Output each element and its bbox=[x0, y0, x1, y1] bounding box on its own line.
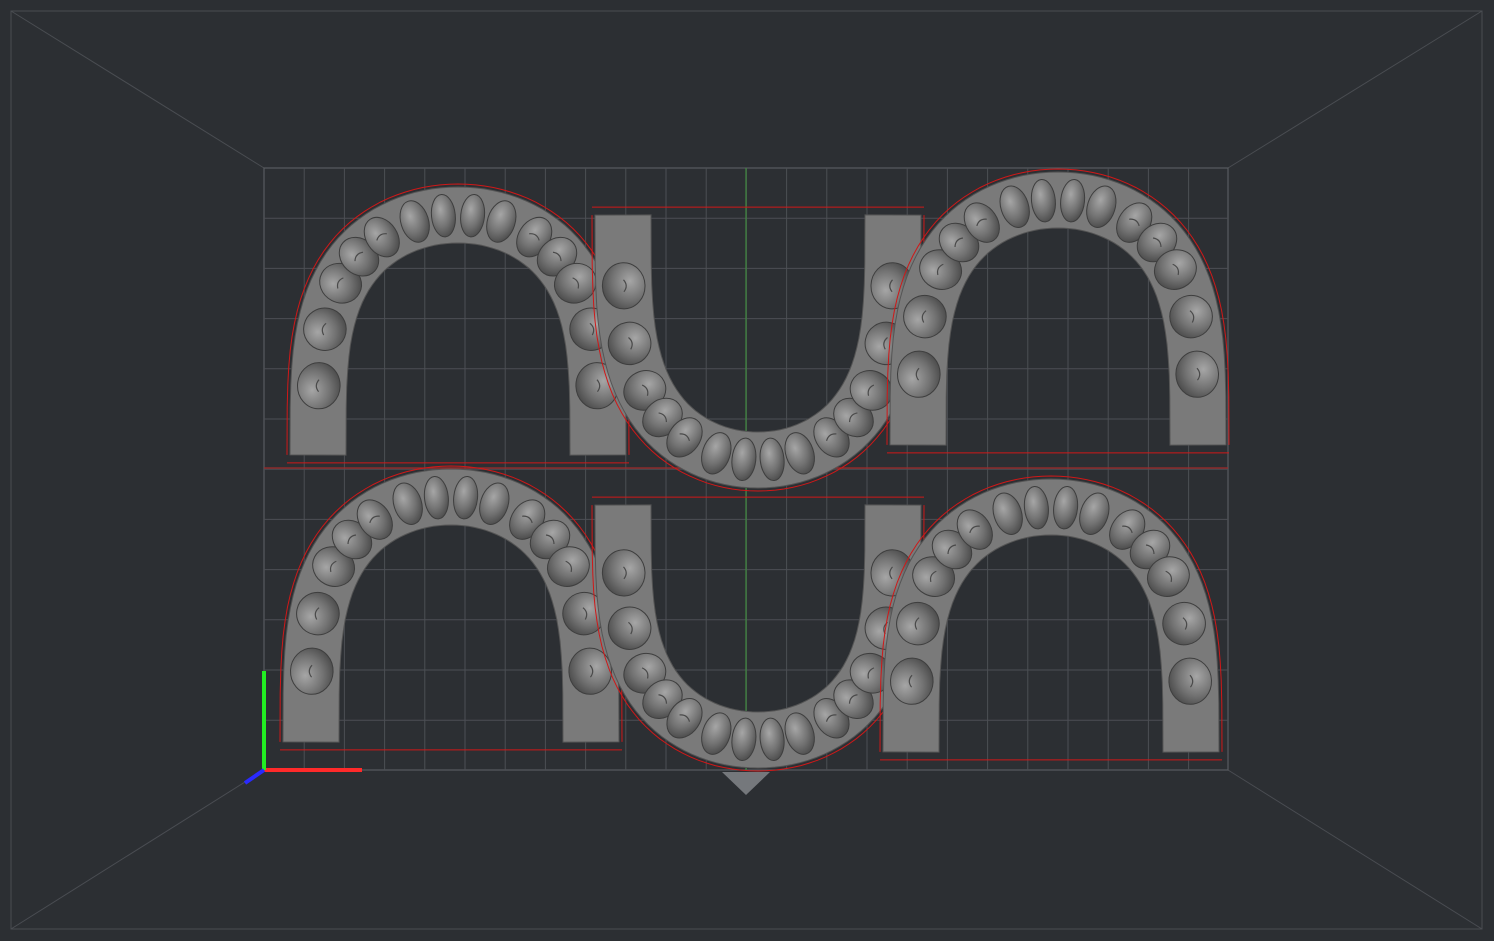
dental-arch-model[interactable] bbox=[279, 465, 623, 751]
volume-corner-edge bbox=[1227, 10, 1483, 169]
volume-corner-edge bbox=[10, 10, 265, 169]
triangle-down-icon bbox=[722, 772, 770, 795]
model-group[interactable] bbox=[279, 168, 1230, 772]
volume-corner-edge bbox=[10, 769, 265, 930]
dental-arch-model[interactable] bbox=[591, 496, 925, 772]
dental-arch-model[interactable] bbox=[286, 183, 630, 464]
volume-corner-edge bbox=[1227, 769, 1483, 930]
dental-arch-model[interactable] bbox=[591, 206, 925, 492]
z-axis bbox=[243, 768, 266, 785]
dental-arch-model[interactable] bbox=[886, 168, 1230, 454]
dental-arch-model[interactable] bbox=[879, 475, 1223, 761]
build-plate-scene[interactable] bbox=[0, 0, 1494, 941]
3d-viewport[interactable] bbox=[0, 0, 1494, 941]
